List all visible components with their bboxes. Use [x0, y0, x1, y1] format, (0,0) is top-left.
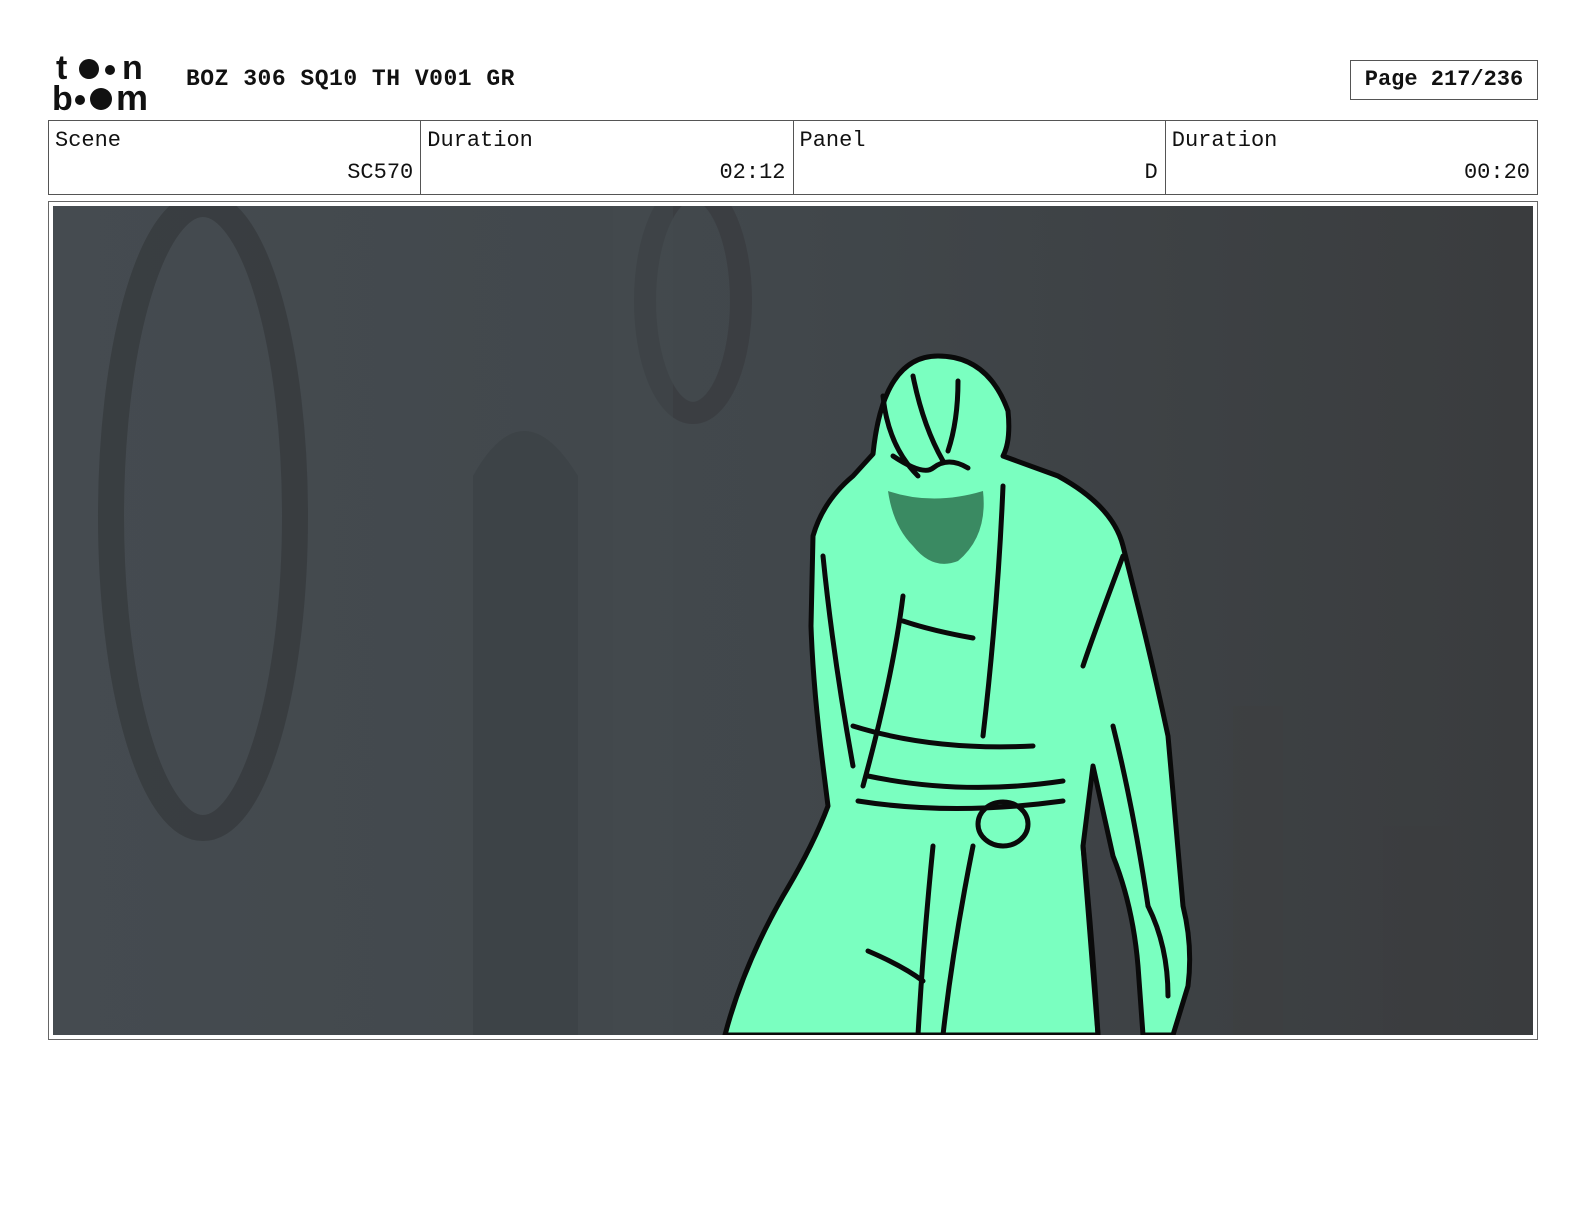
scene-info-table: Scene SC570 Duration 02:12 Panel D Durat…: [48, 120, 1538, 195]
svg-text:b: b: [52, 80, 73, 114]
scene-duration-value: 02:12: [719, 160, 786, 185]
scene-value: SC570: [347, 160, 414, 185]
panel-cell: Panel D: [794, 121, 1166, 194]
panel-label: Panel: [799, 128, 866, 153]
panel-value: D: [1144, 160, 1158, 185]
panel-drawing-image: [53, 206, 1533, 1035]
svg-text:m: m: [116, 77, 148, 114]
scene-duration-cell: Duration 02:12: [421, 121, 794, 194]
panel-duration-value: 00:20: [1463, 160, 1530, 185]
document-title: BOZ 306 SQ10 TH V001 GR: [186, 66, 515, 92]
scene-label: Scene: [55, 128, 122, 153]
page-number: Page 217/236: [1350, 60, 1538, 100]
scene-duration-label: Duration: [427, 128, 533, 153]
storyboard-panel: [48, 201, 1538, 1040]
panel-duration-cell: Duration 00:20: [1166, 121, 1537, 194]
scene-cell: Scene SC570: [49, 121, 422, 194]
toon-boom-logo-icon: t n b m: [52, 50, 148, 114]
panel-duration-label: Duration: [1171, 128, 1278, 153]
